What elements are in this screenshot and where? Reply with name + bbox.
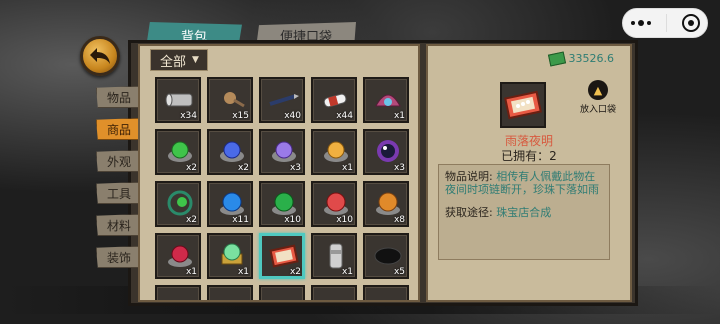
inventory-slot[interactable]: x40 [259,77,305,123]
unknown-icon [216,292,248,300]
item-quantity: x5 [393,267,405,277]
inventory-slot[interactable]: x15 [207,77,253,123]
item-quantity: x2 [289,267,301,277]
side-tab-items[interactable]: 物品 [96,86,142,108]
blue-gem-icon [216,188,248,218]
inventory-slot[interactable] [363,285,409,300]
side-tab-decorations[interactable]: 装饰 [96,246,142,268]
add-to-pocket-label: 放入口袋 [579,105,616,115]
filter-label: 全部 [160,54,187,70]
item-quantity: x10 [336,215,353,225]
currency-amount: 33526.6 [568,52,615,65]
red-gem-icon [320,188,352,218]
coin-icon [164,292,196,300]
dart-icon [268,84,300,114]
inventory-slot[interactable]: x34 [155,77,201,123]
blue-pearl-icon [216,136,248,166]
back-button[interactable] [80,36,120,76]
arrow-up-icon: ▲ [588,80,608,100]
inventory-slot[interactable]: x3 [363,129,409,175]
inventory-slot[interactable]: x2 [207,129,253,175]
item-quantity: x1 [393,111,405,121]
inventory-slot[interactable]: x1 [311,233,357,279]
more-icon[interactable] [630,20,651,26]
item-quantity: x44 [336,111,353,121]
inventory-slot[interactable]: x3 [259,129,305,175]
unknown-icon [372,292,404,300]
item-quantity: x15 [232,111,249,121]
item-quantity: x3 [393,163,405,173]
item-quantity: x2 [185,163,197,173]
item-quantity: x8 [393,215,405,225]
inventory-slot[interactable]: x11 [207,181,253,227]
selected-item-icon [500,82,546,128]
unknown-icon [268,292,300,300]
item-quantity: x40 [284,111,301,121]
owned-count: 已拥有：2 [501,149,557,163]
ruby-pearl-icon [164,240,196,270]
currency-display: 33526.6 [547,50,615,67]
pearl-box-icon [268,240,300,270]
inventory-slot[interactable] [311,285,357,300]
inventory-slot[interactable]: x1 [311,129,357,175]
side-tab-tools[interactable]: 工具 [96,182,142,204]
item-detail-pane: 33526.6 ▲ 放入口袋 雨落夜明 已拥有：2 物品说明: 相传有人佩戴此物… [426,44,632,302]
tin-can-icon [164,84,196,114]
item-quantity: x1 [341,163,353,173]
inventory-slot[interactable]: x2 [259,233,305,279]
grinder-icon [320,240,352,270]
item-quantity: x11 [232,215,249,225]
description-label: 物品说明: [445,170,493,183]
side-tab-goods[interactable]: 商品 [96,118,142,140]
source-text: 珠宝店合成 [496,206,552,219]
black-stone-icon [372,240,404,270]
green-necklace-icon [164,188,196,218]
item-quantity: x1 [237,267,249,277]
back-arrow-icon [90,48,110,64]
inventory-slot[interactable]: x44 [311,77,357,123]
inventory-slot[interactable] [207,285,253,300]
item-quantity: x3 [289,163,301,173]
jade-pendant-icon [216,240,248,270]
inventory-slot[interactable]: x1 [207,233,253,279]
side-tab-materials[interactable]: 材料 [96,214,142,236]
item-quantity: x34 [180,111,197,121]
item-quantity: x1 [185,267,197,277]
filter-dropdown[interactable]: 全部 ▼ [150,49,208,71]
shell-icon [372,84,404,114]
inventory-slot[interactable]: x5 [363,233,409,279]
amber-gem-icon [372,188,404,218]
inventory-slot[interactable]: x1 [155,233,201,279]
unknown-icon [320,292,352,300]
item-quantity: x1 [341,267,353,277]
inventory-slot[interactable]: x2 [155,129,201,175]
dark-pearl-icon [372,136,404,166]
source-label: 获取途径: [445,206,493,219]
side-tab-appearance[interactable]: 外观 [96,150,142,172]
inventory-slot[interactable]: x10 [259,181,305,227]
inventory-slot[interactable] [155,285,201,300]
inventory-grid-pane: 全部 ▼ x34 x15 x40 x44 x1 x2 x2 x3 x1 x3 x2 x11 x10 x10… [138,44,420,302]
inventory-slot[interactable]: x1 [363,77,409,123]
item-quantity: x10 [284,215,301,225]
item-quantity: x2 [237,163,249,173]
chevron-down-icon: ▼ [192,55,199,65]
trinket-icon [216,84,248,114]
close-target-icon[interactable] [681,14,700,32]
inventory-slot[interactable] [259,285,305,300]
item-quantity: x2 [185,215,197,225]
inventory-slot[interactable]: x8 [363,181,409,227]
item-description-box: 物品说明: 相传有人佩戴此物在夜间时项链断开，珍珠下落如雨 获取途径: 珠宝店合… [438,164,610,260]
green-pearl-icon [164,136,196,166]
inventory-slot[interactable]: x10 [311,181,357,227]
purple-pearl-icon [268,136,300,166]
emerald-gem-icon [268,188,300,218]
add-to-pocket-button[interactable]: ▲ 放入口袋 [578,80,618,116]
bottle-icon [320,84,352,114]
miniprogram-capsule [622,8,708,38]
inventory-slot[interactable]: x2 [155,181,201,227]
item-grid: x34 x15 x40 x44 x1 x2 x2 x3 x1 x3 x2 x11 x10 x10 x8 x1 x… [155,77,409,300]
money-icon [547,50,566,67]
gold-pearl-icon [320,136,352,166]
